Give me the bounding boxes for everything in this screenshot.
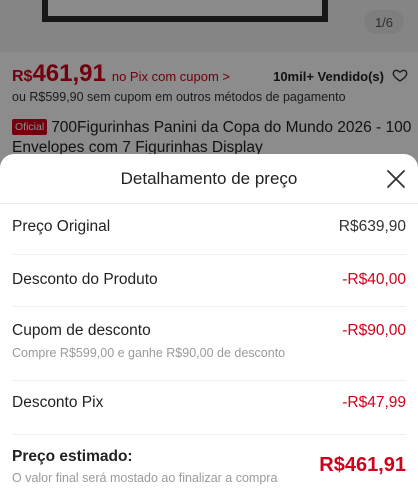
estimated-total: Preço estimado: O valor final será mosta…: [12, 448, 406, 485]
sheet-header: Detalhamento de preço: [0, 154, 418, 204]
line-item-coupon-discount: Cupom de desconto Compre R$599,00 e ganh…: [12, 322, 406, 380]
line-item-label: Desconto do Produto: [12, 271, 158, 288]
divider: [12, 254, 406, 255]
sheet-title: Detalhamento de preço: [120, 168, 298, 188]
total-value: R$461,91: [319, 454, 406, 476]
estimated-total-text: Preço estimado: O valor final será mosta…: [12, 448, 277, 485]
line-item-value: R$639,90: [338, 218, 406, 235]
price-breakdown-sheet: Detalhamento de preço Preço Original R$6…: [0, 154, 418, 500]
line-item-pix-discount: Desconto Pix -R$47,99: [12, 394, 406, 434]
close-icon[interactable]: [384, 167, 408, 191]
line-item-value: -R$90,00: [342, 322, 406, 339]
divider: [12, 380, 406, 381]
line-item-product-discount: Desconto do Produto -R$40,00: [12, 270, 406, 322]
total-label: Preço estimado:: [12, 448, 133, 465]
total-subtext: O valor final será mostado ao finalizar …: [12, 471, 278, 485]
line-item-label: Desconto Pix: [12, 394, 104, 411]
line-item-value: -R$40,00: [342, 271, 406, 288]
line-item-label: Preço Original: [12, 218, 111, 235]
line-item-original-price: Preço Original R$639,90: [12, 218, 406, 270]
line-item-text: Cupom de desconto Compre R$599,00 e ganh…: [12, 322, 285, 360]
divider: [12, 434, 406, 435]
line-item-label: Cupom de desconto: [12, 322, 151, 339]
line-item-subtext: Compre R$599,00 e ganhe R$90,00 de desco…: [12, 346, 286, 360]
line-item-value: -R$47,99: [342, 394, 406, 411]
divider: [12, 306, 406, 307]
